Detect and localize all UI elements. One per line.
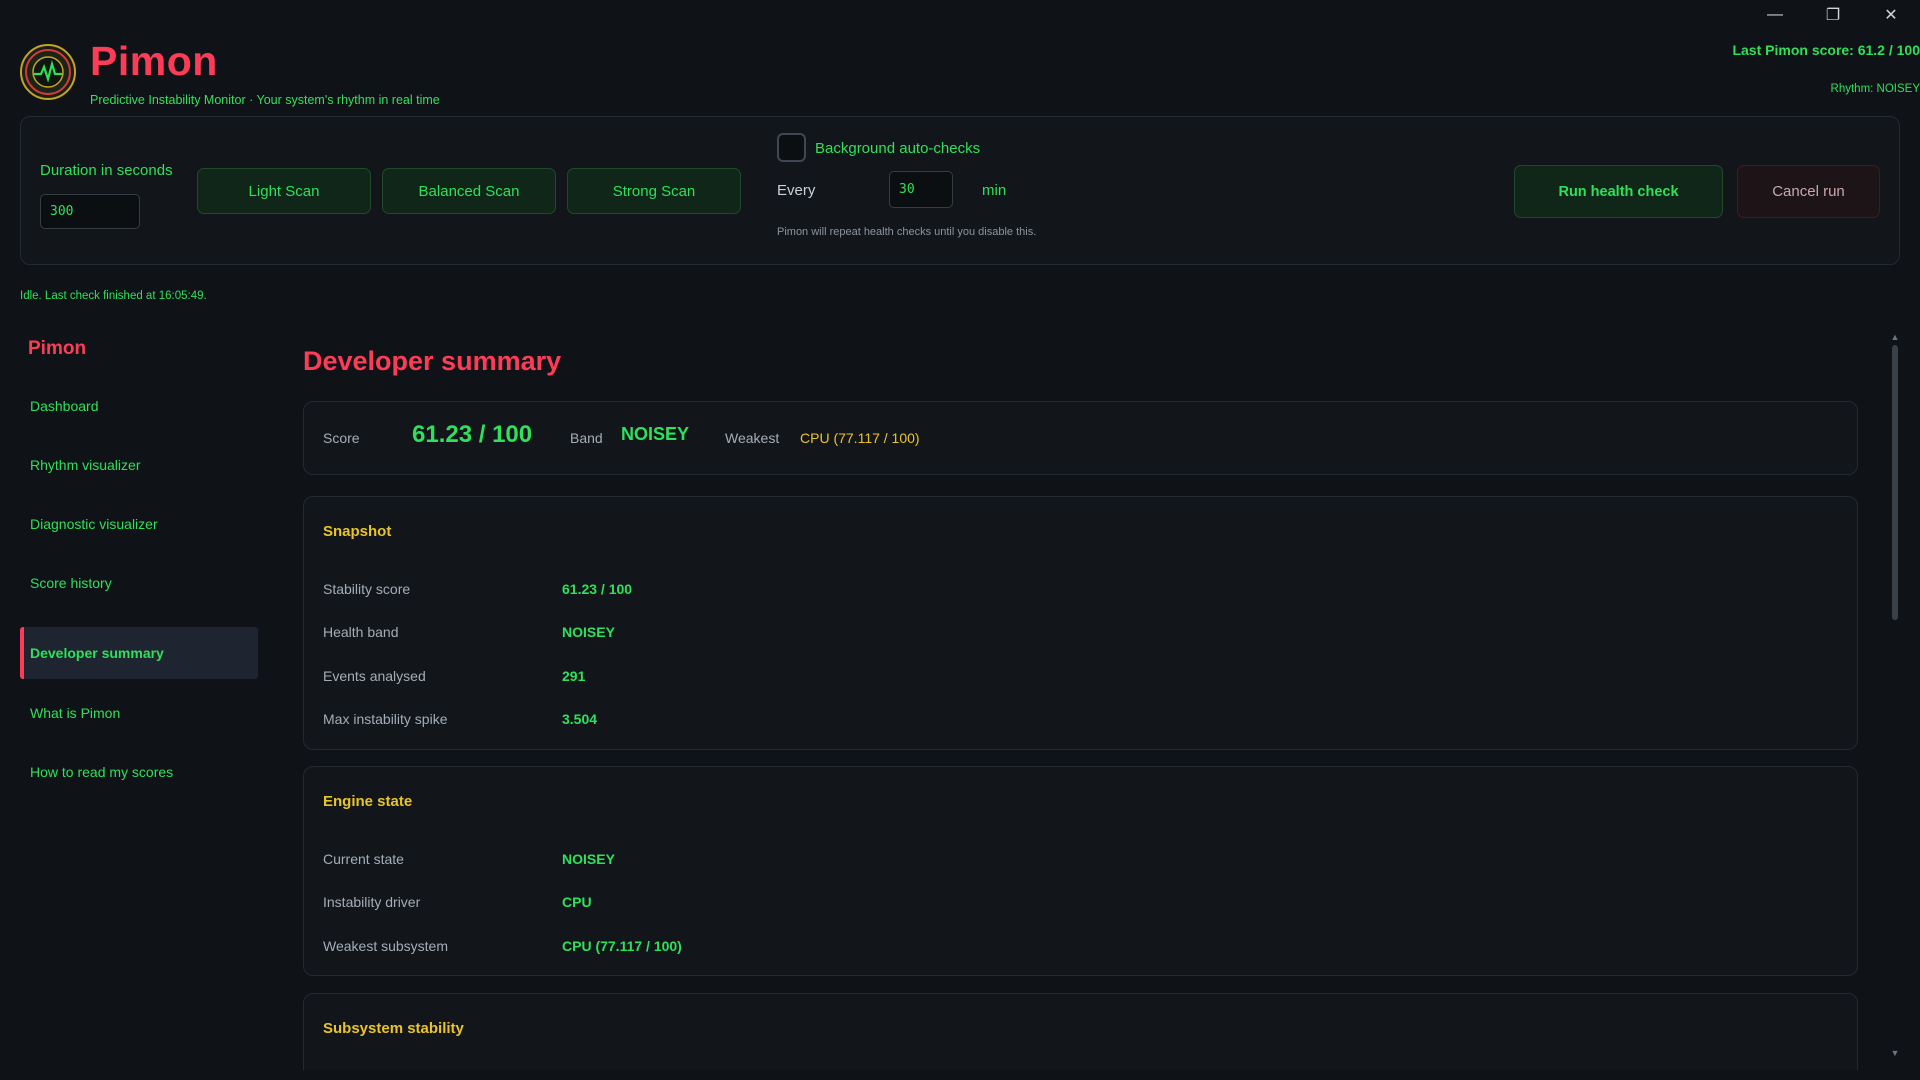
score-summary-card: Score 61.23 / 100 Band NOISEY Weakest CP… [303,401,1858,475]
sidebar-item-diagnostic-visualizer[interactable]: Diagnostic visualizer [20,498,258,550]
sidebar-item-what-is-pimon[interactable]: What is Pimon [20,687,258,739]
band-label: Band [570,430,603,446]
row-value: CPU [562,894,592,910]
score-label: Score [323,430,360,446]
subsystem-stability-section: Subsystem stability [303,993,1858,1070]
score-value: 61.23 / 100 [412,421,533,448]
main-content: Developer summary Score 61.23 / 100 Band… [303,330,1858,1070]
section-title: Snapshot [323,523,392,540]
interval-unit-label: min [982,182,1007,199]
row-label: Health band [323,624,399,640]
row-label: Stability score [323,581,411,597]
row-label: Current state [323,851,404,867]
cancel-run-button[interactable]: Cancel run [1737,165,1880,218]
weakest-label: Weakest [725,430,780,446]
snapshot-section: Snapshot Stability score 61.23 / 100 Hea… [303,496,1858,750]
app-subtitle: Predictive Instability Monitor · Your sy… [90,93,440,107]
light-scan-button[interactable]: Light Scan [197,168,371,214]
scan-control-panel: Duration in seconds Light Scan Balanced … [20,116,1900,265]
sidebar-item-developer-summary[interactable]: Developer summary [20,627,258,679]
window-controls: — ❐ ✕ [1746,0,1920,30]
heartbeat-gauge-icon [20,44,76,100]
balanced-scan-button[interactable]: Balanced Scan [382,168,556,214]
scroll-down-icon[interactable]: ▼ [1889,1048,1901,1058]
page-title: Developer summary [303,346,562,376]
row-value: NOISEY [562,624,615,640]
interval-input[interactable] [889,171,953,208]
row-value: 61.23 / 100 [562,581,633,597]
auto-checks-hint: Pimon will repeat health checks until yo… [777,226,1037,238]
duration-input[interactable] [40,194,140,229]
sidebar-title: Pimon [28,338,87,359]
scrollbar-thumb[interactable] [1892,345,1898,620]
app-window: — ❐ ✕ Pimon Predictive Instability Monit… [0,0,1920,1080]
section-title: Engine state [323,793,413,810]
row-label: Events analysed [323,668,426,684]
rhythm-readout: Rhythm: NOISEY [1830,83,1920,95]
sidebar-item-rhythm-visualizer[interactable]: Rhythm visualizer [20,439,258,491]
row-label: Weakest subsystem [323,938,449,954]
row-value: NOISEY [562,851,615,867]
restore-button[interactable]: ❐ [1804,0,1862,30]
strong-scan-button[interactable]: Strong Scan [567,168,741,214]
every-label: Every [777,182,816,199]
sidebar-item-dashboard[interactable]: Dashboard [20,380,258,432]
status-line: Idle. Last check finished at 16:05:49. [20,290,207,302]
sidebar-item-score-history[interactable]: Score history [20,557,258,609]
duration-label: Duration in seconds [40,162,173,179]
minimize-button[interactable]: — [1746,0,1804,30]
row-value: CPU (77.117 / 100) [562,938,682,954]
scroll-up-icon[interactable]: ▲ [1889,332,1901,342]
close-button[interactable]: ✕ [1862,0,1920,30]
row-label: Instability driver [323,894,421,910]
band-value: NOISEY [621,424,690,444]
row-label: Max instability spike [323,711,448,727]
section-title: Subsystem stability [323,1020,464,1037]
row-value: 3.504 [562,711,598,727]
sidebar-item-how-to-read-scores[interactable]: How to read my scores [20,746,258,798]
weakest-value: CPU (77.117 / 100) [800,430,920,446]
auto-checks-checkbox[interactable] [777,133,806,162]
app-title: Pimon [90,38,218,84]
auto-checks-label: Background auto-checks [815,140,981,157]
run-health-check-button[interactable]: Run health check [1514,165,1723,218]
row-value: 291 [562,668,586,684]
last-score-readout: Last Pimon score: 61.2 / 100 [1732,42,1920,58]
engine-state-section: Engine state Current state NOISEY Instab… [303,766,1858,976]
